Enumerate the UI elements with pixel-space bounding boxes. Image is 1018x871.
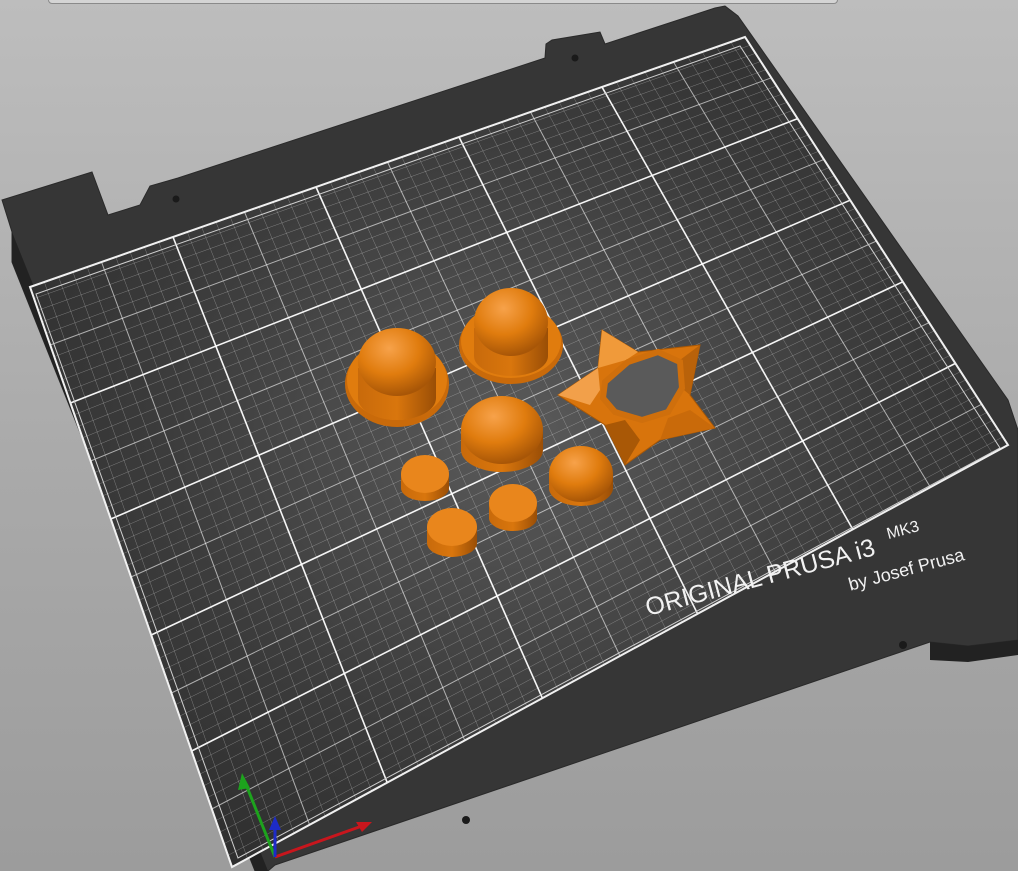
3d-viewport[interactable]: ORIGINAL PRUSA i3 MK3 by Josef Prusa: [0, 0, 1018, 871]
disc-2[interactable]: [489, 484, 537, 531]
screw-hole: [899, 641, 907, 649]
dome-center[interactable]: [461, 396, 543, 472]
screw-hole: [462, 816, 470, 824]
screw-hole: [172, 195, 180, 203]
disc-3[interactable]: [427, 508, 477, 557]
scene-canvas[interactable]: ORIGINAL PRUSA i3 MK3 by Josef Prusa: [0, 0, 1018, 871]
dome-small-right[interactable]: [549, 446, 613, 506]
disc-1[interactable]: [401, 455, 449, 501]
screw-hole: [571, 54, 579, 62]
